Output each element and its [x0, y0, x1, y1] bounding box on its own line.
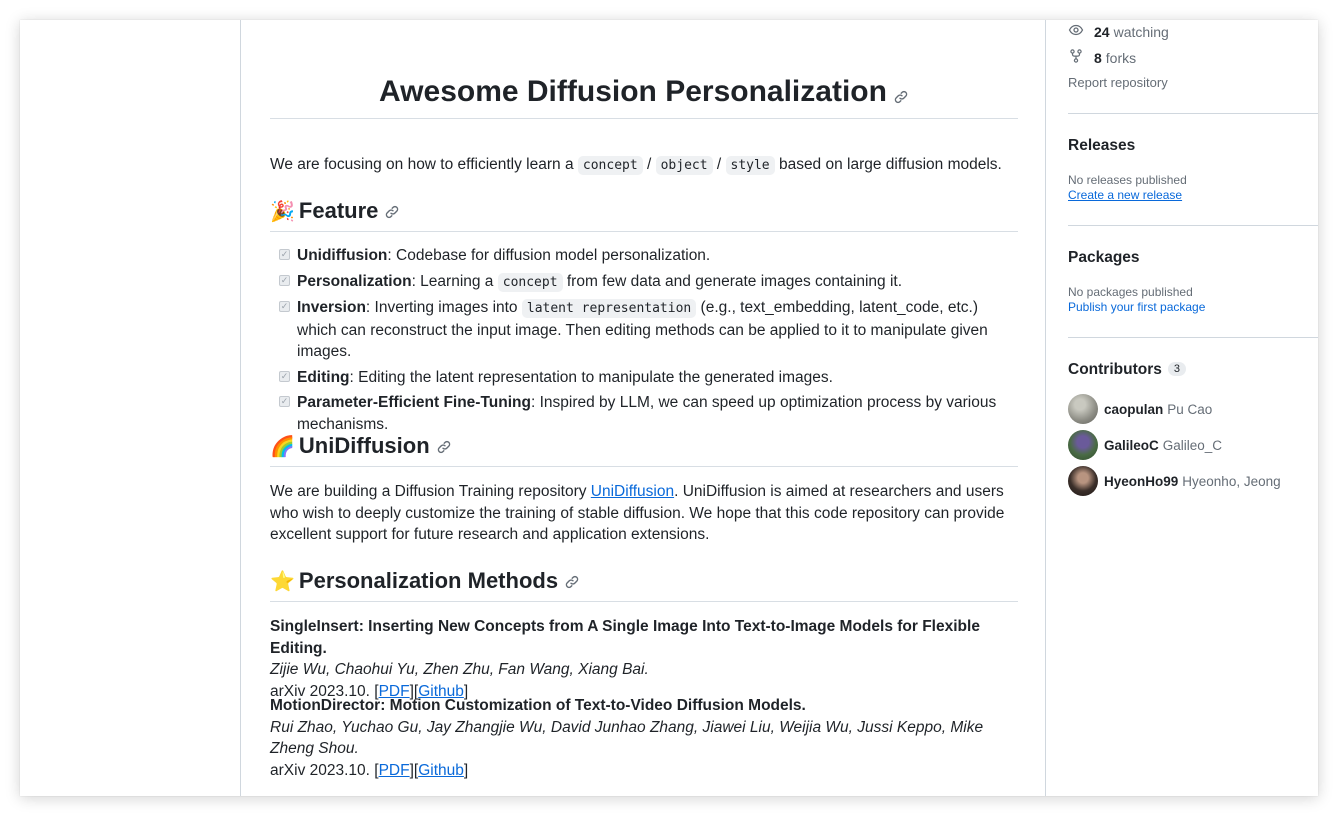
task-title: Parameter-Efficient Fine-Tuning	[297, 394, 531, 411]
divider	[1068, 113, 1318, 114]
checkbox[interactable]: ✓	[279, 301, 290, 312]
unidiffusion-heading: 🌈 UniDiffusion	[270, 431, 1018, 467]
slash: /	[712, 156, 726, 173]
link-icon[interactable]	[893, 89, 909, 105]
link-icon[interactable]	[436, 439, 452, 455]
checkbox[interactable]: ✓	[279, 249, 290, 260]
readme-title-section: Awesome Diffusion Personalization	[270, 72, 1018, 119]
paper-venue-line: arXiv 2023.10. [PDF][Github]	[270, 761, 469, 779]
intro-paragraph: We are focusing on how to efficiently le…	[270, 154, 1018, 177]
contributor-name: Pu Cao	[1167, 401, 1213, 417]
eye-icon	[1068, 22, 1094, 41]
task-item: ✓ Inversion: Inverting images into latent…	[270, 297, 1018, 363]
code-latent-representation: latent representation	[521, 299, 697, 318]
avatar	[1068, 394, 1098, 424]
task-item: ✓ Unidiffusion: Codebase for diffusion mo…	[270, 245, 1018, 267]
task-item: ✓ Parameter-Efficient Fine-Tuning: Inspir…	[270, 392, 1018, 435]
methods-heading: ⭐ Personalization Methods	[270, 566, 1018, 602]
forks-count: 8	[1094, 49, 1102, 66]
checkbox[interactable]: ✓	[279, 370, 290, 382]
browser-window: Awesome Diffusion Personalization We are…	[20, 20, 1318, 796]
slash: /	[642, 156, 656, 173]
code-style: style	[725, 156, 775, 175]
packages-heading[interactable]: Packages	[1068, 249, 1140, 267]
unidiffusion-text: We are building a Diffusion Training rep…	[270, 483, 591, 500]
contributors-title: Contributors	[1068, 361, 1162, 378]
contributors-count: 3	[1167, 362, 1186, 376]
feature-heading-text: Feature	[298, 198, 379, 223]
code-concept: concept	[497, 272, 563, 292]
rainbow-icon: 🌈	[270, 436, 295, 458]
link-icon[interactable]	[384, 204, 400, 220]
contributor-name: Hyeonho, Jeong	[1182, 473, 1281, 489]
paper-venue: arXiv 2023.10.	[270, 761, 375, 779]
paper-title: SingleInsert: Inserting New Concepts fro…	[270, 618, 980, 657]
task-item: ✓ Editing: Editing the latent representat…	[270, 367, 1018, 389]
releases-status: No releases published	[1068, 173, 1187, 187]
contributor-item[interactable]: caopulan Pu Cao	[1068, 394, 1212, 424]
intro-text: We are focusing on how to efficiently le…	[270, 156, 578, 173]
paper-entry: MotionDirector: Motion Customization of …	[270, 695, 1018, 781]
feature-task-list: ✓ Unidiffusion: Codebase for diffusion mo…	[270, 245, 1018, 435]
methods-heading-text: Personalization Methods	[298, 568, 559, 593]
readme-title: Awesome Diffusion Personalization	[379, 75, 887, 108]
watching-count: 24	[1094, 23, 1110, 40]
packages-status: No packages published	[1068, 285, 1193, 299]
party-popper-icon: 🎉	[270, 201, 295, 223]
intro-text-end: based on large diffusion models.	[774, 156, 1002, 173]
readme-panel: Awesome Diffusion Personalization We are…	[240, 20, 1046, 796]
contributor-login: caopulan	[1104, 401, 1164, 417]
link-icon[interactable]	[564, 574, 580, 590]
pdf-link[interactable]: PDF	[379, 762, 410, 779]
task-item: ✓ Personalization: Learning a concept fro…	[270, 271, 1018, 294]
unidiffusion-link[interactable]: UniDiffusion	[591, 483, 674, 500]
task-text: : Codebase for diffusion model personali…	[387, 247, 711, 264]
watching-label: watching	[1113, 23, 1169, 40]
paper-authors: Rui Zhao, Yuchao Gu, Jay Zhangjie Wu, Da…	[270, 718, 984, 758]
contributor-item[interactable]: GalileoC Galileo_C	[1068, 430, 1222, 460]
unidiffusion-heading-text: UniDiffusion	[298, 433, 430, 458]
paper-title: MotionDirector: Motion Customization of …	[270, 697, 806, 714]
feature-heading: 🎉 Feature	[270, 196, 1018, 232]
paper-entry: SingleInsert: Inserting New Concepts fro…	[270, 616, 1018, 702]
divider	[1068, 337, 1318, 338]
task-text: from few data and generate images contai…	[562, 272, 903, 290]
task-text: : Learning a	[411, 272, 498, 290]
avatar	[1068, 466, 1098, 496]
repo-sidebar: 24 watching 8 forks Report repository Rele…	[1068, 20, 1318, 796]
forks-label: forks	[1105, 49, 1137, 66]
task-text: : Editing the latent representation to m…	[349, 368, 833, 386]
contributors-heading[interactable]: Contributors 3	[1068, 361, 1186, 379]
divider	[1068, 225, 1318, 226]
contributor-name: Galileo_C	[1162, 437, 1223, 453]
report-repository-link[interactable]: Report repository	[1068, 75, 1168, 90]
checkbox[interactable]: ✓	[279, 396, 290, 407]
releases-heading[interactable]: Releases	[1068, 137, 1135, 155]
watching-link[interactable]: 24 watching	[1068, 22, 1169, 41]
task-text: : Inverting images into	[365, 299, 522, 316]
create-release-link[interactable]: Create a new release	[1068, 188, 1182, 202]
publish-package-link[interactable]: Publish your first package	[1068, 300, 1205, 314]
paper-authors: Zijie Wu, Chaohui Yu, Zhen Zhu, Fan Wang…	[270, 661, 649, 678]
unidiffusion-paragraph: We are building a Diffusion Training rep…	[270, 481, 1018, 546]
fork-icon	[1068, 48, 1094, 67]
task-title: Inversion	[297, 299, 366, 316]
forks-link[interactable]: 8 forks	[1068, 48, 1136, 67]
contributor-item[interactable]: HyeonHo99 Hyeonho, Jeong	[1068, 466, 1281, 496]
github-link[interactable]: Github	[418, 762, 464, 779]
contributor-login: HyeonHo99	[1104, 473, 1179, 489]
code-object: object	[655, 156, 713, 175]
contributor-login: GalileoC	[1104, 437, 1159, 453]
star-icon: ⭐	[270, 571, 295, 593]
task-title: Editing	[297, 368, 350, 386]
avatar	[1068, 430, 1098, 460]
task-title: Personalization	[297, 272, 412, 290]
code-concept: concept	[577, 156, 643, 175]
task-title: Unidiffusion	[297, 247, 388, 264]
checkbox[interactable]: ✓	[279, 274, 290, 286]
